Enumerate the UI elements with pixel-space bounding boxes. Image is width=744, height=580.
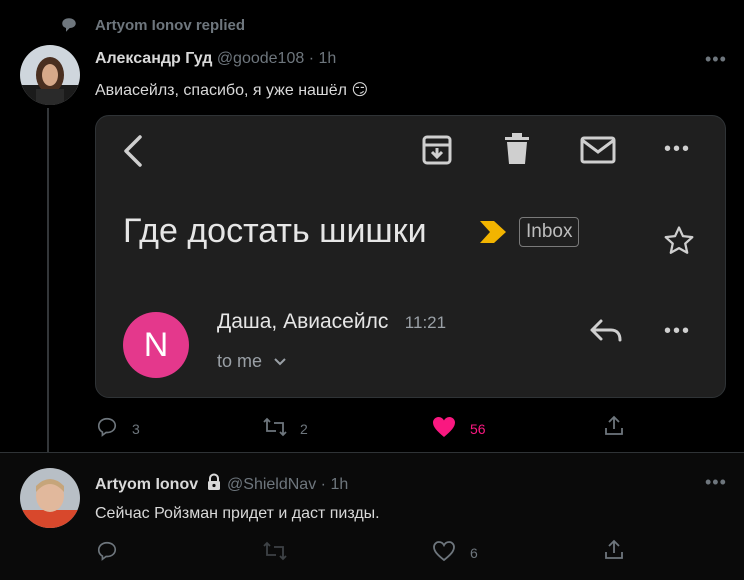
tweet-time[interactable]: 1h [330, 476, 348, 493]
sender-avatar: N [123, 312, 189, 378]
retweet-icon[interactable] [262, 416, 288, 438]
mail-icon [580, 136, 616, 164]
reply-count: 3 [132, 421, 140, 437]
chevron-down-icon [274, 358, 286, 366]
separator: · [308, 50, 315, 67]
author-handle[interactable]: @ShieldNav [227, 476, 316, 493]
reply-icon [590, 319, 622, 342]
tweet-text: Авиасейлз, спасибо, я уже нашёл [95, 82, 347, 99]
email-subject: Где достать шишки [123, 212, 427, 250]
more-options-icon[interactable]: ••• [705, 472, 727, 493]
sender-name: Даша, Авиасейлс [217, 310, 389, 333]
lock-icon [207, 473, 220, 490]
share-icon[interactable] [603, 539, 625, 561]
share-icon[interactable] [603, 415, 625, 437]
star-icon [664, 226, 694, 254]
author-name[interactable]: Александр Гуд [95, 50, 212, 67]
heart-icon[interactable] [432, 416, 456, 438]
importance-marker-icon [480, 221, 506, 243]
comment-icon [62, 18, 76, 32]
retweet-icon[interactable] [262, 540, 288, 562]
avatar[interactable] [20, 468, 80, 528]
email-time: 11:21 [404, 313, 447, 332]
reply-icon[interactable] [96, 416, 118, 438]
more-options-icon: ••• [664, 138, 692, 160]
trash-icon [505, 133, 529, 164]
separator: · [320, 476, 326, 493]
tweet-time[interactable]: 1h [318, 50, 336, 67]
like-count: 56 [470, 421, 486, 437]
tweet-media-image[interactable]: ••• Где достать шишки Inbox N Даша, Авиа… [95, 115, 726, 398]
more-options-icon: ••• [664, 320, 692, 342]
thread-line [47, 108, 49, 462]
recipient-label: to me [217, 351, 263, 371]
avatar[interactable] [20, 45, 80, 105]
heart-icon[interactable] [432, 540, 456, 562]
back-arrow-icon [124, 135, 142, 167]
reply-icon[interactable] [96, 540, 118, 562]
author-name[interactable]: Artyom Ionov [95, 476, 198, 493]
inbox-label: Inbox [519, 217, 580, 247]
archive-icon [422, 135, 452, 165]
divider [0, 452, 744, 453]
replied-banner[interactable]: Artyom Ionov replied [95, 17, 245, 34]
retweet-count: 2 [300, 421, 308, 437]
smirk-emoji: 😏 [351, 82, 369, 99]
author-handle[interactable]: @goode108 [217, 50, 304, 67]
tweet-text: Сейчас Ройзман придет и даст пизды. [95, 505, 380, 522]
like-count: 6 [470, 545, 478, 561]
more-options-icon[interactable]: ••• [705, 49, 727, 70]
